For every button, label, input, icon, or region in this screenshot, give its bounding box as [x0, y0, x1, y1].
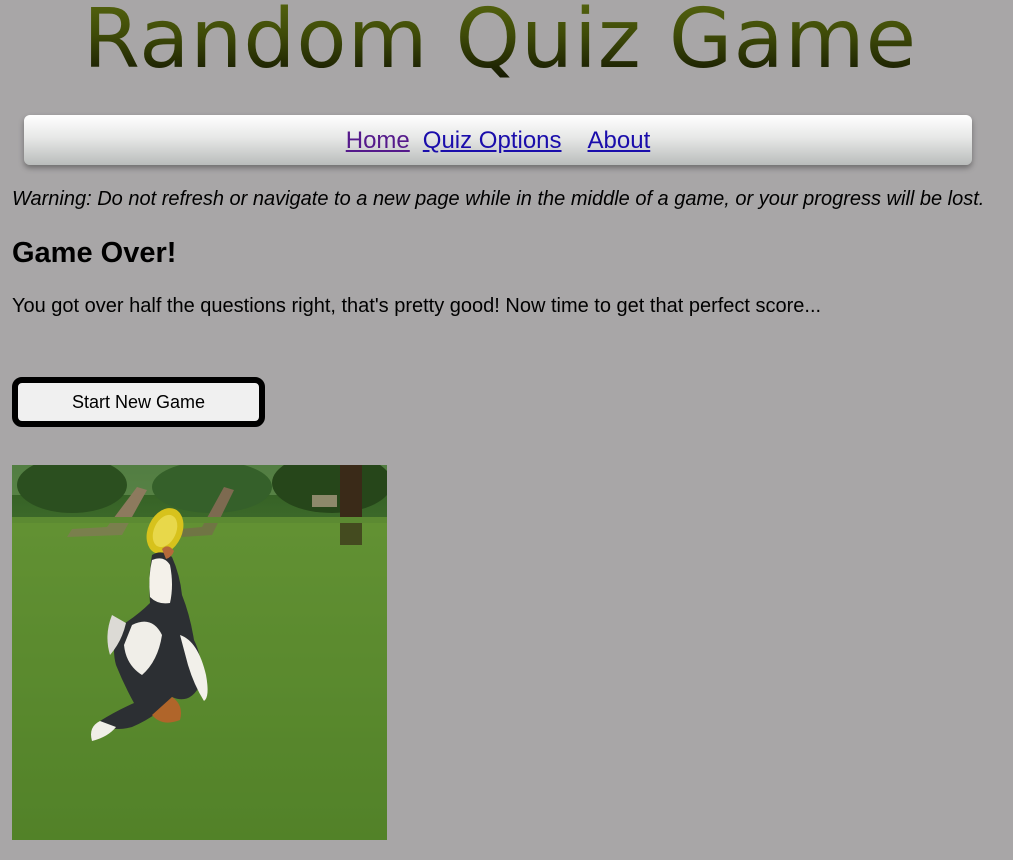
dog-frisbee-illustration — [12, 465, 387, 840]
nav-bar: Home Quiz Options About — [24, 115, 972, 165]
page-title: Random Quiz Game — [0, 0, 1000, 88]
nav-link-home[interactable]: Home — [346, 127, 410, 154]
warning-text: Warning: Do not refresh or navigate to a… — [12, 188, 985, 210]
game-over-heading: Game Over! — [12, 237, 177, 269]
result-image — [12, 465, 387, 840]
start-new-game-button[interactable]: Start New Game — [12, 377, 265, 427]
nav-link-quiz-options[interactable]: Quiz Options — [423, 127, 562, 154]
nav-links: Home Quiz Options About — [24, 124, 972, 158]
result-message: You got over half the questions right, t… — [12, 295, 822, 317]
nav-link-about[interactable]: About — [588, 127, 651, 154]
